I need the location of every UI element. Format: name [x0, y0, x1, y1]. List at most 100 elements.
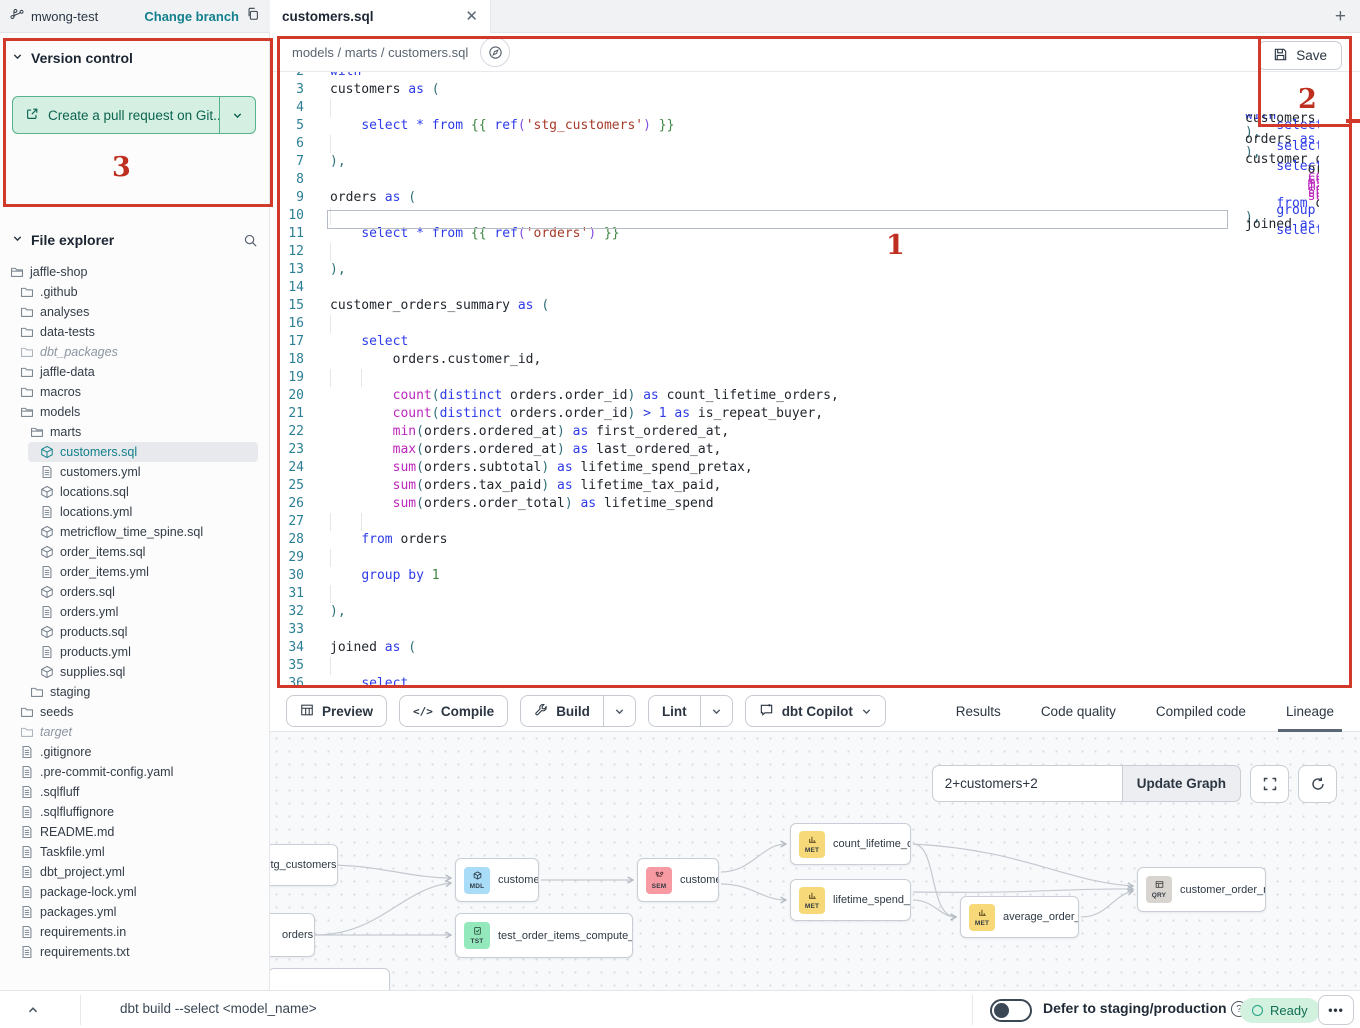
- file-tree-item-marts[interactable]: marts: [0, 422, 270, 442]
- defer-toggle[interactable]: [990, 999, 1032, 1022]
- save-icon: [1273, 47, 1288, 65]
- lint-button[interactable]: Lint: [648, 695, 733, 727]
- file-tree-item--gitignore[interactable]: .gitignore: [0, 742, 270, 762]
- preview-button[interactable]: Preview: [286, 695, 387, 727]
- code-line-24: 24 sum(orders.subtotal) as lifetime_spen…: [270, 459, 1360, 477]
- code-line-2: 2with: [270, 72, 1360, 81]
- copilot-label: dbt Copilot: [782, 704, 853, 719]
- update-graph-button[interactable]: Update Graph: [1122, 765, 1241, 802]
- change-branch-link[interactable]: Change branch: [144, 9, 239, 24]
- file-tree-item-analyses[interactable]: analyses: [0, 302, 270, 322]
- lineage-node-customers[interactable]: SEMcustomers: [637, 858, 719, 902]
- file-tree-item-dbt-project-yml[interactable]: dbt_project.yml: [0, 862, 270, 882]
- lineage-node-label: stg_customers: [270, 859, 337, 871]
- file-tree-item-dbt-packages[interactable]: dbt_packages: [0, 342, 270, 362]
- pr-button-caret[interactable]: [219, 97, 255, 133]
- file-tree-item--sqlfluff[interactable]: .sqlfluff: [0, 782, 270, 802]
- create-pull-request-button[interactable]: Create a pull request on Git...: [12, 96, 256, 134]
- save-button[interactable]: Save: [1258, 41, 1342, 70]
- lint-caret[interactable]: [700, 696, 732, 726]
- file-tree-item-products-yml[interactable]: products.yml: [0, 642, 270, 662]
- code-line-30: 30 group by 1: [270, 567, 1360, 585]
- lineage-node-average-order-value[interactable]: METaverage_order_value: [960, 896, 1079, 938]
- tab-compiled-code[interactable]: Compiled code: [1140, 690, 1262, 732]
- tab-lineage[interactable]: Lineage: [1270, 690, 1350, 732]
- lineage-node-lifetime-spend-pretax[interactable]: METlifetime_spend_pretax: [790, 879, 911, 921]
- lineage-panel[interactable]: stg_customersorders MDLcustomers TSTtest_o…: [270, 732, 1360, 990]
- file-tree-item-supplies-sql[interactable]: supplies.sql: [0, 662, 270, 682]
- file-tree-item-products-sql[interactable]: products.sql: [0, 622, 270, 642]
- file-tree-item-readme-md[interactable]: README.md: [0, 822, 270, 842]
- folder-icon: [20, 705, 34, 719]
- file-tree-item-target[interactable]: target: [0, 722, 270, 742]
- lineage-node-count-lifetime-orders[interactable]: METcount_lifetime_orders: [790, 823, 911, 865]
- lineage-selector-input[interactable]: [932, 765, 1122, 802]
- code-line-4: 4: [270, 99, 1360, 117]
- new-tab-button[interactable]: +: [1335, 6, 1346, 28]
- editor-tab-customers-sql[interactable]: customers.sql ✕: [270, 0, 491, 33]
- file-tree-item-label: analyses: [40, 305, 89, 319]
- minimap[interactable]: withcustomers as ( select * from {{ ref(…: [1233, 114, 1319, 244]
- file-tree-item-data-tests[interactable]: data-tests: [0, 322, 270, 342]
- file-tree-item-models[interactable]: models: [0, 402, 270, 422]
- file-tree-item--sqlfluffignore[interactable]: .sqlfluffignore: [0, 802, 270, 822]
- refresh-icon[interactable]: [1298, 765, 1337, 803]
- file-tree-item-locations-yml[interactable]: locations.yml: [0, 502, 270, 522]
- file-tree-item-taskfile-yml[interactable]: Taskfile.yml: [0, 842, 270, 862]
- file-tree-item-order-items-yml[interactable]: order_items.yml: [0, 562, 270, 582]
- folder-open-icon: [20, 405, 34, 419]
- file-tree-item-orders-sql[interactable]: orders.sql: [0, 582, 270, 602]
- line-number: 4: [270, 99, 318, 117]
- code-line-3: 3customers as (: [270, 81, 1360, 99]
- lineage-node-orders[interactable]: orders: [270, 913, 315, 957]
- file-tree-item-requirements-txt[interactable]: requirements.txt: [0, 942, 270, 962]
- dbt-copilot-button[interactable]: dbt Copilot: [745, 695, 886, 727]
- search-icon[interactable]: [243, 233, 258, 248]
- code-line-32: 32),: [270, 603, 1360, 621]
- file-tree-item-label: models: [40, 405, 80, 419]
- doc-icon: [20, 765, 34, 779]
- file-tree-item-package-lock-yml[interactable]: package-lock.yml: [0, 882, 270, 902]
- chevron-up-icon[interactable]: [22, 999, 44, 1021]
- tab-code-quality[interactable]: Code quality: [1025, 690, 1132, 732]
- file-tree-item-requirements-in[interactable]: requirements.in: [0, 922, 270, 942]
- file-tree-item-label: .pre-commit-config.yaml: [40, 765, 173, 779]
- build-button[interactable]: Build: [520, 695, 636, 727]
- file-tree-item-customers-yml[interactable]: customers.yml: [0, 462, 270, 482]
- file-explorer-header[interactable]: File explorer: [0, 225, 270, 255]
- lineage-node-stg-customers[interactable]: stg_customers: [270, 844, 338, 886]
- line-number: 18: [270, 351, 318, 369]
- file-tree-item-macros[interactable]: macros: [0, 382, 270, 402]
- folder-icon: [20, 385, 34, 399]
- file-tree-item-customers-sql[interactable]: customers.sql: [28, 442, 258, 462]
- file-tree-item--github[interactable]: .github: [0, 282, 270, 302]
- tab-results[interactable]: Results: [940, 690, 1017, 732]
- file-tree-item-metricflow-time-spine-sql[interactable]: metricflow_time_spine.sql: [0, 522, 270, 542]
- lineage-node-test-order-items-compute-to-bools-[interactable]: TSTtest_order_items_compute_to_bools...: [455, 913, 633, 958]
- version-control-title: Version control: [31, 50, 133, 66]
- file-tree-item-orders-yml[interactable]: orders.yml: [0, 602, 270, 622]
- file-tree-item-jaffle-shop[interactable]: jaffle-shop: [0, 262, 270, 282]
- copy-icon[interactable]: [246, 7, 260, 26]
- lineage-node-customers[interactable]: MDLcustomers: [455, 858, 539, 902]
- file-tree-item-seeds[interactable]: seeds: [0, 702, 270, 722]
- file-tree-item-jaffle-data[interactable]: jaffle-data: [0, 362, 270, 382]
- fullscreen-icon[interactable]: [1250, 765, 1289, 803]
- build-caret[interactable]: [603, 696, 635, 726]
- command-input[interactable]: dbt build --select <model_name>: [120, 1001, 317, 1016]
- more-options-button[interactable]: •••: [1318, 995, 1354, 1025]
- file-tree-item-staging[interactable]: staging: [0, 682, 270, 702]
- version-control-header[interactable]: Version control: [0, 43, 270, 73]
- close-icon[interactable]: ✕: [465, 9, 478, 24]
- lineage-node-clipped[interactable]: [270, 968, 390, 990]
- file-tree-item--pre-commit-config-yaml[interactable]: .pre-commit-config.yaml: [0, 762, 270, 782]
- editor-pane[interactable]: models / marts / customers.sql Save 2wit…: [270, 33, 1360, 690]
- copilot-explain-button[interactable]: [480, 37, 510, 67]
- file-tree-item-locations-sql[interactable]: locations.sql: [0, 482, 270, 502]
- code-editor[interactable]: 2with3customers as (45 select * from {{ …: [270, 72, 1360, 690]
- file-tree-item-order-items-sql[interactable]: order_items.sql: [0, 542, 270, 562]
- compile-button[interactable]: </> Compile: [399, 695, 508, 727]
- lineage-node-customer-order-metrics[interactable]: QRYcustomer_order_metrics: [1137, 867, 1266, 912]
- file-tree-item-packages-yml[interactable]: packages.yml: [0, 902, 270, 922]
- version-control-section: Version control Create a pull request on…: [0, 43, 270, 73]
